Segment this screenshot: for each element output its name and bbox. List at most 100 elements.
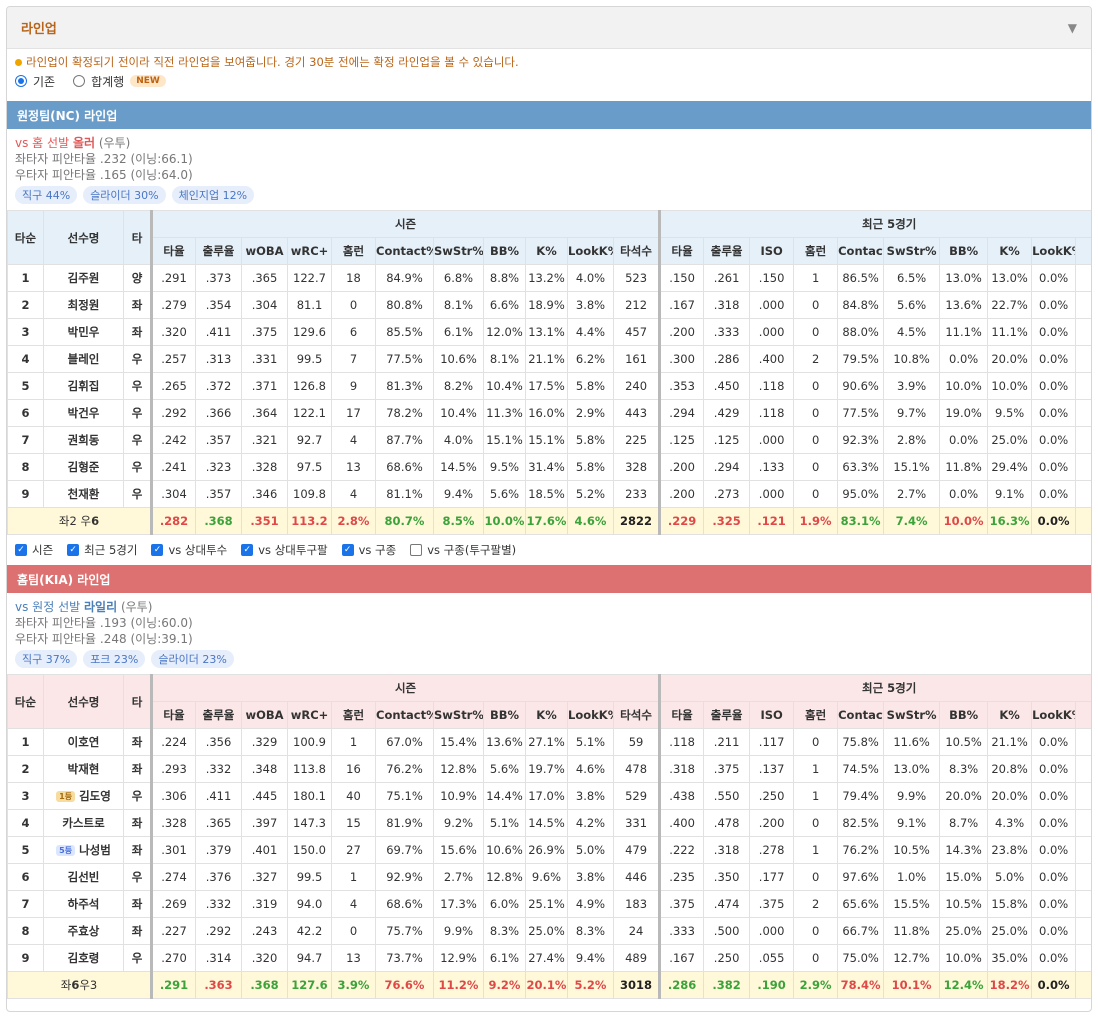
filter-checkbox[interactable]: vs 구종(투구팔별): [410, 542, 516, 558]
player-name[interactable]: 권희동: [68, 433, 100, 447]
filter-checkbox[interactable]: ✓ 시즌: [15, 542, 53, 558]
player-name[interactable]: 김선빈: [68, 870, 100, 884]
table-row[interactable]: 3 1등 김도영 우 .306.411.445 180.1 40 75.1% 10.9% 14.4…: [7, 782, 1091, 810]
player-name-cell[interactable]: 카스트로: [43, 809, 124, 837]
table-row[interactable]: 8 김형준 우 .241.323.328 97.5 13 68.6% 14.5% 9.5% 31.…: [7, 453, 1091, 481]
player-name[interactable]: 블레인: [68, 352, 100, 366]
player-name[interactable]: 김도영: [79, 789, 111, 803]
player-name-cell[interactable]: 천재환: [43, 480, 124, 508]
filter-label[interactable]: 시즌: [32, 542, 53, 558]
player-name[interactable]: 주효상: [68, 924, 100, 938]
table-row[interactable]: 4 카스트로 좌 .328.365.397 147.3 15 81.9% 9.2% 5.1% 14…: [7, 809, 1091, 837]
checkbox-unchecked-icon[interactable]: [410, 544, 423, 556]
season-stat: 233: [612, 480, 661, 508]
col-bat: 타: [123, 210, 152, 265]
table-row[interactable]: 6 박건우 우 .292.366.364 122.1 17 78.2% 10.4% 11.3% 1…: [7, 399, 1091, 427]
filter-label[interactable]: vs 구종(투구팔별): [427, 542, 516, 558]
table-row[interactable]: 5 김휘집 우 .265.372.371 126.8 9 81.3% 8.2% 10.4% 17.…: [7, 372, 1091, 400]
player-name-cell[interactable]: 최정원: [43, 291, 124, 319]
recent-stat: 11.8%: [939, 453, 989, 481]
recent-stat: 20.0%: [987, 782, 1033, 810]
filter-label[interactable]: vs 상대투구팔: [258, 542, 327, 558]
table-row[interactable]: 8 주효상 좌 .227.292.243 42.2 0 75.7% 9.9% 8.3% 25.0%…: [7, 917, 1091, 945]
season-total: 76.6%: [375, 971, 434, 999]
player-name-cell[interactable]: 1등 김도영: [43, 782, 124, 810]
table-row[interactable]: 7 권희동 우 .242.357.321 92.7 4 87.7% 4.0% 15.1% 15.1…: [7, 426, 1091, 454]
player-name-cell[interactable]: 박건우: [43, 399, 124, 427]
section-header[interactable]: 라인업 ▼: [7, 7, 1091, 49]
table-row[interactable]: 7 하주석 좌 .269.332.319 94.0 4 68.6% 17.3% 6.0% 25.1…: [7, 890, 1091, 918]
player-name[interactable]: 김주원: [68, 271, 100, 285]
table-row[interactable]: 6 김선빈 우 .274.376.327 99.5 1 92.9% 2.7% 12.8% 9.6%…: [7, 863, 1091, 891]
checkbox-checked-icon[interactable]: ✓: [241, 544, 254, 556]
player-name-cell[interactable]: 박재현: [43, 755, 124, 783]
notice-dot-icon: [15, 58, 22, 66]
filter-checkbox[interactable]: ✓ 최근 5경기: [67, 542, 137, 558]
player-name-cell[interactable]: 블레인: [43, 345, 124, 373]
player-name[interactable]: 최정원: [68, 298, 100, 312]
checkbox-checked-icon[interactable]: ✓: [151, 544, 164, 556]
player-name[interactable]: 박재현: [68, 762, 100, 776]
season-stat: .293: [150, 755, 196, 783]
checkbox-checked-icon[interactable]: ✓: [67, 544, 80, 556]
triangle-down-icon[interactable]: ▼: [1068, 21, 1077, 35]
player-name[interactable]: 김형준: [68, 460, 100, 474]
table-row[interactable]: 1 이호연 좌 .224.356.329 100.9 1 67.0% 15.4% 13.6% 27…: [7, 728, 1091, 756]
player-name-cell[interactable]: 이호연: [43, 728, 124, 756]
checkbox-checked-icon[interactable]: ✓: [15, 544, 27, 556]
table-row[interactable]: 9 김호령 우 .270.314.320 94.7 13 73.7% 12.9% 6.1% 27.…: [7, 944, 1091, 972]
away-pitcher-name[interactable]: 올러: [73, 136, 95, 150]
player-name[interactable]: 김호령: [68, 951, 100, 965]
table-row[interactable]: 2 최정원 좌 .279.354.304 81.1 0 80.8% 8.1% 6.6% 18.9%…: [7, 291, 1091, 319]
player-name[interactable]: 김휘집: [68, 379, 100, 393]
filter-label[interactable]: 최근 5경기: [84, 542, 137, 558]
player-name-cell[interactable]: 김주원: [43, 264, 124, 292]
radio-total-row-label[interactable]: 합계행: [91, 73, 124, 90]
player-name-cell[interactable]: 5등 나성범: [43, 836, 124, 864]
radio-default-label[interactable]: 기존: [33, 73, 55, 90]
filter-checkbox[interactable]: ✓ vs 상대투수: [151, 542, 227, 558]
player-name-cell[interactable]: 박민우: [43, 318, 124, 346]
player-name[interactable]: 나성범: [79, 843, 111, 857]
recent-total: 78.4%: [837, 971, 885, 999]
player-name[interactable]: 박민우: [68, 325, 100, 339]
table-row[interactable]: 2 박재현 좌 .293.332.348 113.8 16 76.2% 12.8% 5.6% 19…: [7, 755, 1091, 783]
recent-stat: .333: [703, 318, 751, 346]
recent-stat: 13.6%: [939, 291, 989, 319]
radio-total-row[interactable]: [73, 75, 86, 87]
radio-default[interactable]: [15, 75, 27, 87]
player-name-cell[interactable]: 김형준: [43, 453, 124, 481]
season-stat: 10.6%: [483, 836, 526, 864]
player-name[interactable]: 하주석: [68, 897, 100, 911]
filter-checkbox[interactable]: ✓ vs 구종: [341, 542, 397, 558]
table-row[interactable]: 1 김주원 양 .291.373.365 122.7 18 84.9% 6.8% 8.8% 13.…: [7, 264, 1091, 292]
player-name[interactable]: 카스트로: [62, 816, 104, 830]
checkbox-checked-icon[interactable]: ✓: [341, 544, 354, 556]
season-stat: 529: [612, 782, 661, 810]
home-pitcher-name[interactable]: 라일리: [84, 600, 117, 614]
season-stat: 122.7: [287, 264, 332, 292]
filter-checkbox[interactable]: ✓ vs 상대투구팔: [241, 542, 328, 558]
season-col-header: BB%: [483, 237, 526, 265]
player-name[interactable]: 박건우: [68, 406, 100, 420]
filter-label[interactable]: vs 상대투수: [168, 542, 227, 558]
player-name[interactable]: 이호연: [68, 735, 100, 749]
season-stat: .329: [241, 728, 288, 756]
player-name[interactable]: 천재환: [68, 487, 100, 501]
player-name-cell[interactable]: 김선빈: [43, 863, 124, 891]
season-stat: .320: [241, 944, 288, 972]
batting-order: 3: [7, 782, 44, 810]
player-name-cell[interactable]: 주효상: [43, 917, 124, 945]
table-row[interactable]: 3 박민우 좌 .320.411.375 129.6 6 85.5% 6.1% 12.0% 13.…: [7, 318, 1091, 346]
table-row[interactable]: 5 5등 나성범 좌 .301.379.401 150.0 27 69.7% 15.6% 10.6…: [7, 836, 1091, 864]
table-row[interactable]: 4 블레인 우 .257.313.331 99.5 7 77.5% 10.6% 8.1% 21.1…: [7, 345, 1091, 373]
filter-label[interactable]: vs 구종: [359, 542, 397, 558]
player-name-cell[interactable]: 김휘집: [43, 372, 124, 400]
player-name-cell[interactable]: 김호령: [43, 944, 124, 972]
batting-order: 5: [7, 836, 44, 864]
table-row[interactable]: 9 천재환 우 .304.357.346 109.8 4 81.1% 9.4% 5.6% 18.5…: [7, 480, 1091, 508]
season-stat: 225: [612, 426, 661, 454]
player-name-cell[interactable]: 하주석: [43, 890, 124, 918]
recent-stat: 0.0%: [1031, 453, 1077, 481]
player-name-cell[interactable]: 권희동: [43, 426, 124, 454]
